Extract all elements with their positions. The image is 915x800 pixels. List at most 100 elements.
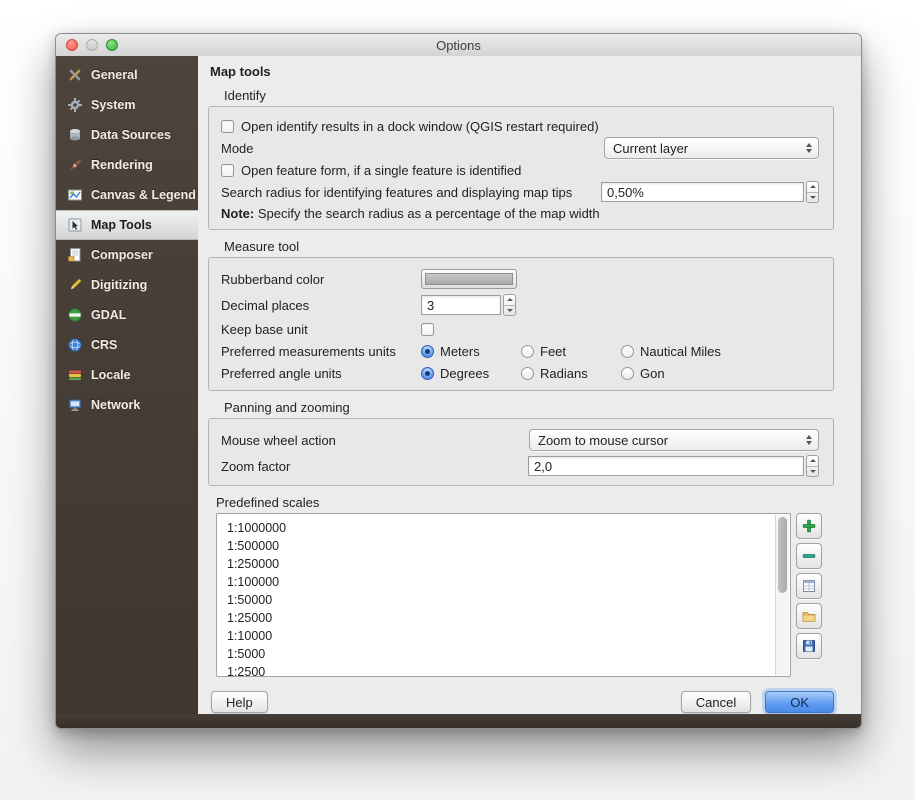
keep-base-unit-checkbox[interactable] (421, 323, 434, 336)
keep-base-unit-label: Keep base unit (221, 322, 421, 337)
search-radius-note: Note: Specify the search radius as a per… (221, 203, 819, 223)
sidebar-item-label: Canvas & Legend (91, 188, 196, 202)
dock-window-checkbox[interactable] (221, 120, 234, 133)
radio-feet[interactable]: Feet (521, 344, 621, 359)
radio-label: Nautical Miles (640, 344, 721, 359)
save-scales-button[interactable] (796, 633, 822, 659)
sidebar-item-label: Digitizing (91, 278, 147, 292)
scale-item[interactable]: 1:1000000 (227, 519, 790, 537)
dock-window-label: Open identify results in a dock window (… (241, 119, 599, 134)
mouse-wheel-select[interactable]: Zoom to mouse cursor (529, 429, 819, 451)
scales-title: Predefined scales (216, 495, 834, 510)
feature-form-checkbox[interactable] (221, 164, 234, 177)
scale-item[interactable]: 1:25000 (227, 609, 790, 627)
stepper-up-icon[interactable] (807, 456, 818, 467)
sidebar-item-digitizing[interactable]: Digitizing (56, 270, 198, 300)
mode-select[interactable]: Current layer (604, 137, 819, 159)
scale-item[interactable]: 1:5000 (227, 645, 790, 663)
mode-value: Current layer (613, 141, 800, 156)
rubberband-color-button[interactable] (421, 269, 517, 289)
stepper-up-icon[interactable] (807, 182, 818, 193)
identify-group-title: Identify (224, 88, 834, 103)
folder-icon (801, 608, 817, 624)
angle-units-label: Preferred angle units (221, 366, 421, 381)
radio-icon (521, 367, 534, 380)
mouse-wheel-row: Mouse wheel action Zoom to mouse cursor (221, 427, 819, 453)
radio-label: Gon (640, 366, 665, 381)
sidebar-item-label: GDAL (91, 308, 126, 322)
search-radius-label: Search radius for identifying features a… (221, 185, 601, 200)
radio-meters[interactable]: Meters (421, 344, 521, 359)
add-scale-button[interactable] (796, 513, 822, 539)
stepper-down-icon[interactable] (807, 193, 818, 203)
chevron-updown-icon (806, 143, 812, 153)
scrollbar-thumb[interactable] (778, 517, 787, 593)
scales-list[interactable]: 1:1000000 1:500000 1:250000 1:100000 1:5… (216, 513, 791, 677)
sidebar-item-map-tools[interactable]: Map Tools (56, 210, 198, 240)
scales-buttons (796, 513, 822, 659)
default-scales-button[interactable] (796, 573, 822, 599)
sidebar-item-composer[interactable]: Composer (56, 240, 198, 270)
zoom-factor-stepper (806, 455, 819, 477)
sidebar-item-rendering[interactable]: Rendering (56, 150, 198, 180)
keep-base-unit-row: Keep base unit (221, 318, 819, 340)
mouse-wheel-label: Mouse wheel action (221, 433, 529, 448)
cancel-button[interactable]: Cancel (681, 691, 751, 713)
search-radius-input[interactable] (601, 182, 804, 202)
scale-item[interactable]: 1:50000 (227, 591, 790, 609)
sidebar-item-general[interactable]: General (56, 60, 198, 90)
network-icon (67, 397, 83, 413)
scale-item[interactable]: 1:250000 (227, 555, 790, 573)
table-icon (801, 578, 817, 594)
stepper-down-icon[interactable] (504, 306, 515, 316)
plus-icon (801, 518, 817, 534)
paintbrush-icon (67, 157, 83, 173)
decimal-places-label: Decimal places (221, 298, 421, 313)
decimal-places-input[interactable] (421, 295, 501, 315)
sidebar-item-network[interactable]: Network (56, 390, 198, 420)
scale-item[interactable]: 1:10000 (227, 627, 790, 645)
window-title: Options (56, 38, 861, 53)
measurement-units-row: Preferred measurements units Meters Feet… (221, 340, 819, 362)
radio-nautical-miles[interactable]: Nautical Miles (621, 344, 721, 359)
zoom-factor-input[interactable] (528, 456, 804, 476)
stepper-up-icon[interactable] (504, 295, 515, 306)
stepper-down-icon[interactable] (807, 467, 818, 477)
chevron-updown-icon (806, 435, 812, 445)
decimal-places-row: Decimal places (221, 292, 819, 318)
sidebar-item-locale[interactable]: Locale (56, 360, 198, 390)
radio-degrees[interactable]: Degrees (421, 366, 521, 381)
radio-icon (621, 367, 634, 380)
note-prefix: Note: (221, 206, 254, 221)
sidebar-item-label: Map Tools (91, 218, 152, 232)
scale-item[interactable]: 1:500000 (227, 537, 790, 555)
sidebar-item-gdal[interactable]: GDAL (56, 300, 198, 330)
ok-button[interactable]: OK (765, 691, 834, 713)
database-icon (67, 127, 83, 143)
remove-scale-button[interactable] (796, 543, 822, 569)
sidebar-item-data-sources[interactable]: Data Sources (56, 120, 198, 150)
sidebar-item-crs[interactable]: CRS (56, 330, 198, 360)
measure-group: Rubberband color Decimal places Keep bas… (208, 257, 834, 391)
map-tools-icon (67, 217, 83, 233)
dock-window-row: Open identify results in a dock window (… (221, 115, 819, 137)
feature-form-label: Open feature form, if a single feature i… (241, 163, 521, 178)
search-radius-row: Search radius for identifying features a… (221, 181, 819, 203)
radio-gon[interactable]: Gon (621, 366, 665, 381)
scales-scrollbar[interactable] (775, 515, 789, 675)
sidebar-item-system[interactable]: System (56, 90, 198, 120)
radio-selected-icon (421, 367, 434, 380)
sidebar-item-label: Network (91, 398, 140, 412)
sidebar-item-canvas-legend[interactable]: Canvas & Legend (56, 180, 198, 210)
scale-item[interactable]: 1:2500 (227, 663, 790, 677)
scale-item[interactable]: 1:100000 (227, 573, 790, 591)
radio-radians[interactable]: Radians (521, 366, 621, 381)
globe-icon (67, 337, 83, 353)
window-bottom-edge (56, 714, 861, 728)
note-text: Specify the search radius as a percentag… (254, 206, 599, 221)
help-button[interactable]: Help (211, 691, 268, 713)
titlebar[interactable]: Options (56, 34, 861, 57)
page-title: Map tools (210, 64, 834, 79)
import-scales-button[interactable] (796, 603, 822, 629)
scales-section: 1:1000000 1:500000 1:250000 1:100000 1:5… (216, 513, 834, 677)
